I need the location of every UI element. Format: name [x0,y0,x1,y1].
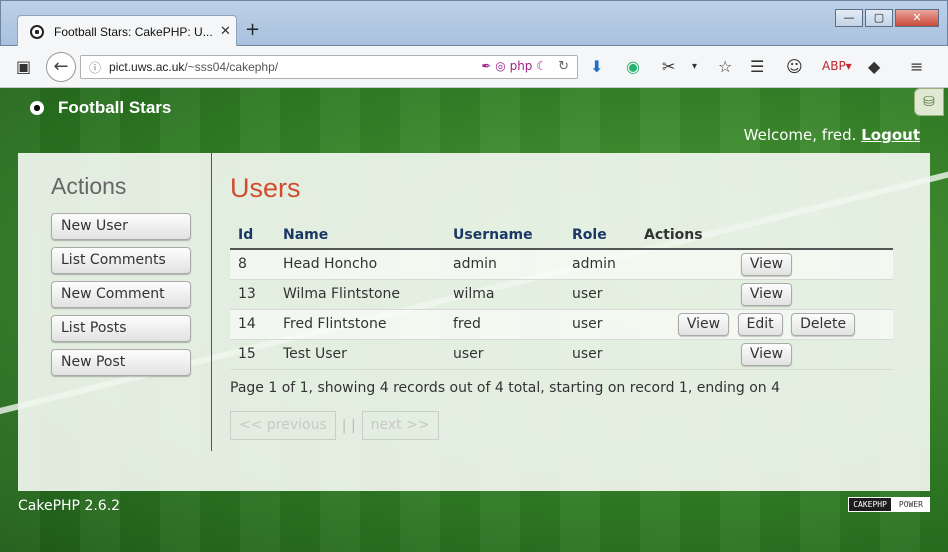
cell-username: user [445,339,564,370]
sidebar-toggle-icon[interactable]: ▣ [16,57,31,76]
php-extension-icon[interactable]: ✒ ◎ php ☾ [481,59,547,73]
extension-icon[interactable]: ◉ [626,57,640,76]
actions-heading: Actions [51,173,127,199]
cell-actions: View Edit Delete [636,309,893,340]
cell-name: Test User [275,339,445,370]
logout-link[interactable]: Logout [861,126,920,144]
cell-actions: View [636,339,893,370]
cell-actions: View [636,279,893,310]
cell-id: 8 [230,249,275,280]
welcome-bar: Welcome, fred. Logout [744,126,920,144]
view-button[interactable]: View [740,342,793,366]
site-title: Football Stars [58,98,172,117]
users-table: Id Name Username Role Actions 8 Head Hon… [230,221,893,370]
view-button[interactable]: View [740,282,793,306]
column-header-name[interactable]: Name [275,221,445,250]
content-panel: Actions New User List Comments New Comme… [18,153,930,491]
cell-actions: View [636,249,893,280]
url-bar[interactable]: ⓘ pict.uws.ac.uk/~sss04/cakephp/ ✒ ◎ php… [80,55,578,79]
maximize-button[interactable]: ▢ [865,9,893,27]
pagination-separator: | | [341,417,356,434]
cell-name: Head Honcho [275,249,445,280]
close-tab-icon[interactable]: ✕ [220,24,231,39]
footer-version: CakePHP 2.6.2 [18,498,121,514]
cell-name: Fred Flintstone [275,309,445,340]
browser-toolbar: ▣ ← ⓘ pict.uws.ac.uk/~sss04/cakephp/ ✒ ◎… [0,46,948,88]
window-controls: — ▢ ✕ [833,9,939,27]
new-post-button[interactable]: New Post [51,349,191,376]
list-comments-button[interactable]: List Comments [51,247,191,274]
next-page-button: next >> [361,411,439,440]
cell-role: user [564,309,636,340]
column-header-actions: Actions [636,221,893,250]
browser-titlebar: Football Stars: CakePHP: U... ✕ + — ▢ ✕ [0,0,948,47]
actions-sidebar: Actions New User List Comments New Comme… [18,153,212,451]
cell-id: 13 [230,279,275,310]
column-header-role[interactable]: Role [564,221,636,250]
cell-username: admin [445,249,564,280]
cell-username: wilma [445,279,564,310]
previous-page-button: << previous [230,411,336,440]
list-posts-button[interactable]: List Posts [51,315,191,342]
site-header: Football Stars [30,98,171,118]
tab-title: Football Stars: CakePHP: U... [54,24,213,39]
football-icon [30,101,44,115]
pagination: << previous | | next >> [230,411,439,440]
debug-kit-icon[interactable]: ⛁ [914,88,944,116]
pagination-summary: Page 1 of 1, showing 4 records out of 4 … [230,380,780,396]
table-row: 13 Wilma Flintstone wilma user View [230,279,893,310]
window-close-button[interactable]: ✕ [895,9,939,27]
cell-role: admin [564,249,636,280]
cell-name: Wilma Flintstone [275,279,445,310]
reading-list-icon[interactable]: ☰ [750,57,764,76]
column-header-username[interactable]: Username [445,221,564,250]
info-icon[interactable]: ⓘ [89,59,101,76]
minimize-button[interactable]: — [835,9,863,27]
url-text: pict.uws.ac.uk/~sss04/cakephp/ [109,60,279,74]
web-page: Football Stars ⛁ Welcome, fred. Logout A… [0,88,948,552]
new-tab-icon[interactable]: + [245,19,260,40]
column-header-id[interactable]: Id [230,221,275,250]
badge-left: CAKEPHP [848,497,892,512]
football-favicon-icon [30,24,44,39]
new-user-button[interactable]: New User [51,213,191,240]
reload-icon[interactable]: ↻ [558,59,569,74]
cell-id: 14 [230,309,275,340]
view-button[interactable]: View [740,252,793,276]
menu-icon[interactable]: ≡ [910,57,923,76]
bookmark-star-icon[interactable]: ☆ [718,57,732,76]
table-header-row: Id Name Username Role Actions [230,221,893,250]
pocket-icon[interactable]: ◆ [868,57,880,76]
badge-right: POWER [891,497,930,512]
cell-id: 15 [230,339,275,370]
edit-button[interactable]: Edit [737,312,783,336]
cell-username: fred [445,309,564,340]
cakephp-power-badge[interactable]: CAKEPHP POWER [848,497,930,512]
table-row: 15 Test User user user View [230,339,893,370]
cell-role: user [564,339,636,370]
welcome-text: Welcome, fred. [743,126,857,144]
adblock-icon[interactable]: ABP▾ [822,59,852,73]
browser-tab[interactable]: Football Stars: CakePHP: U... ✕ [17,15,237,47]
back-button[interactable]: ← [46,52,76,82]
chevron-down-icon[interactable]: ▾ [692,61,697,72]
tools-icon[interactable]: ✂ [662,57,675,76]
table-row: 14 Fred Flintstone fred user View Edit D… [230,309,893,340]
cell-role: user [564,279,636,310]
page-title: Users [230,173,301,203]
delete-button[interactable]: Delete [791,312,856,336]
emoji-icon[interactable]: ☺ [786,57,803,76]
table-row: 8 Head Honcho admin admin View [230,249,893,280]
download-icon[interactable]: ⬇ [590,57,603,76]
view-button[interactable]: View [677,312,730,336]
new-comment-button[interactable]: New Comment [51,281,191,308]
